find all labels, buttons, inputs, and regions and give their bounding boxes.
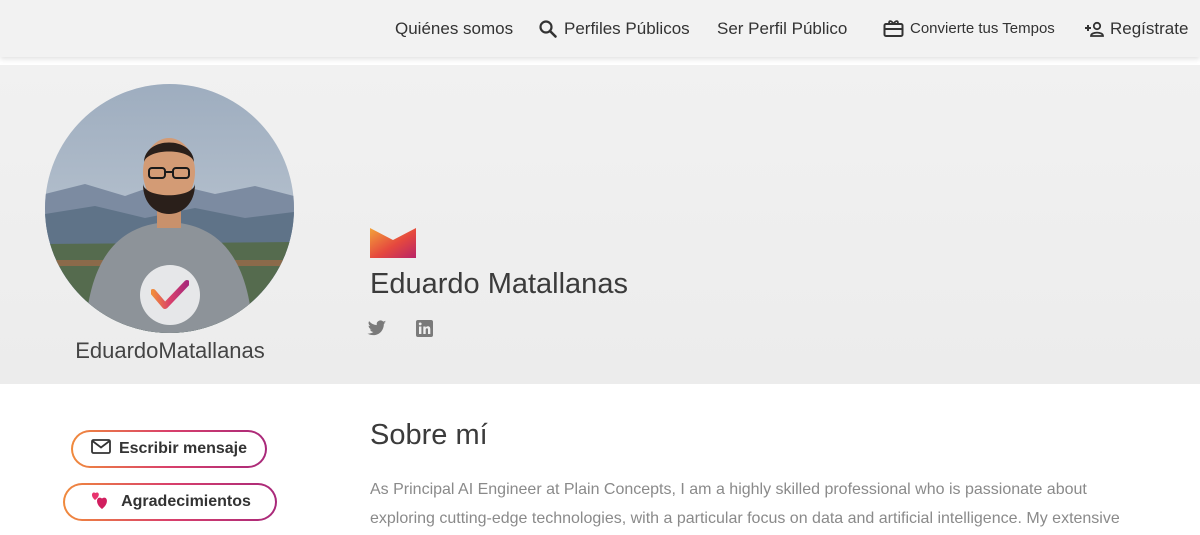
brand-logo-icon bbox=[370, 226, 416, 263]
twitter-icon[interactable] bbox=[367, 320, 387, 342]
about-title: Sobre mí bbox=[370, 419, 488, 451]
nav-link-label: Quiénes somos bbox=[395, 18, 514, 38]
nav-link-convierte-tempos[interactable]: Convierte tus Tempos bbox=[883, 0, 1055, 57]
nav-link-perfiles-publicos[interactable]: Perfiles Públicos bbox=[538, 0, 690, 57]
nav-link-label: Ser Perfil Público bbox=[717, 18, 848, 38]
write-message-button[interactable]: Escribir mensaje bbox=[71, 430, 267, 468]
nav-link-registrate[interactable]: Regístrate bbox=[1084, 0, 1188, 57]
thanks-button-inner: Agradecimientos bbox=[65, 485, 275, 519]
write-message-button-inner: Escribir mensaje bbox=[73, 432, 265, 466]
linkedin-icon[interactable] bbox=[416, 320, 433, 342]
thanks-label: Agradecimientos bbox=[121, 493, 251, 510]
profile-username: EduardoMatallanas bbox=[75, 338, 265, 363]
envelope-icon bbox=[91, 439, 111, 459]
search-icon bbox=[538, 19, 558, 39]
nav-link-label: Convierte tus Tempos bbox=[910, 20, 1055, 37]
nav-link-label: Regístrate bbox=[1110, 18, 1189, 38]
hearts-icon bbox=[89, 490, 113, 515]
nav-link-label: Perfiles Públicos bbox=[564, 18, 690, 38]
thanks-button[interactable]: Agradecimientos bbox=[63, 483, 277, 521]
top-navbar: Quiénes somos Perfiles Públicos Ser Perf… bbox=[0, 0, 1200, 57]
add-person-icon bbox=[1084, 21, 1104, 37]
verified-check-icon bbox=[140, 265, 200, 325]
about-text-line: As Principal AI Engineer at Plain Concep… bbox=[370, 481, 1087, 498]
write-message-label: Escribir mensaje bbox=[118, 440, 248, 457]
profile-header: EduardoMatallanas Eduardo Matallanas bbox=[0, 65, 1200, 384]
gift-card-icon bbox=[883, 19, 904, 38]
profile-display-name: Eduardo Matallanas bbox=[370, 268, 628, 300]
nav-link-quienes-somos[interactable]: Quiénes somos bbox=[395, 0, 513, 57]
about-text-line: exploring cutting-edge technologies, wit… bbox=[370, 510, 1120, 527]
nav-link-ser-perfil-publico[interactable]: Ser Perfil Público bbox=[717, 0, 847, 57]
